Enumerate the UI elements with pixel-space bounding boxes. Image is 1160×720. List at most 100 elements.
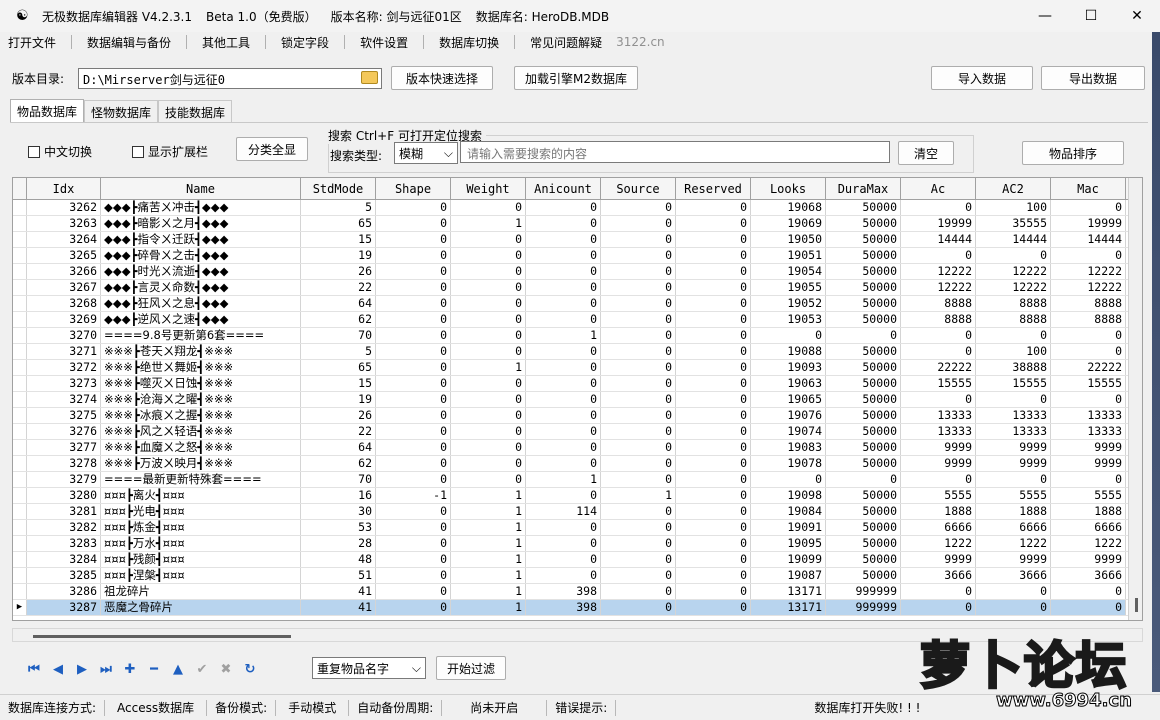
table-cell[interactable]: 62 <box>301 456 376 471</box>
table-cell[interactable]: 0 <box>451 280 526 295</box>
first-record-icon[interactable]: ⏮ <box>22 657 46 681</box>
table-cell[interactable]: 13171 <box>751 600 826 615</box>
table-row[interactable]: 3280 ¤¤¤┣离火┫¤¤¤ 16 -1 1 0 1 0 19098 50000 5555 5555… <box>13 488 1142 504</box>
table-cell[interactable]: 1 <box>526 328 601 343</box>
table-cell[interactable]: 0 <box>526 520 601 535</box>
table-cell[interactable]: 15555 <box>1051 376 1126 391</box>
table-cell[interactable]: 3272 <box>27 360 101 375</box>
table-cell[interactable]: 3270 <box>27 328 101 343</box>
table-cell[interactable]: 0 <box>676 568 751 583</box>
table-cell[interactable]: 19069 <box>751 216 826 231</box>
table-cell[interactable]: 50000 <box>826 536 901 551</box>
table-cell[interactable]: 1888 <box>1051 504 1126 519</box>
table-cell[interactable]: 22 <box>301 280 376 295</box>
table-cell[interactable]: 62 <box>301 312 376 327</box>
clear-search-button[interactable]: 清空 <box>898 141 954 165</box>
table-cell[interactable]: 35555 <box>976 216 1051 231</box>
table-cell[interactable]: 3268 <box>27 296 101 311</box>
table-cell[interactable]: 12222 <box>976 264 1051 279</box>
column-header[interactable]: Anicount <box>526 178 601 199</box>
table-cell[interactable]: 22222 <box>1051 360 1126 375</box>
table-cell[interactable]: 0 <box>451 472 526 487</box>
table-cell[interactable]: 16 <box>301 488 376 503</box>
table-cell[interactable]: 0 <box>901 584 976 599</box>
table-cell[interactable]: 0 <box>376 248 451 263</box>
table-cell[interactable]: 6666 <box>1051 520 1126 535</box>
row-indicator[interactable] <box>13 488 27 503</box>
table-cell[interactable]: 19 <box>301 248 376 263</box>
table-cell[interactable]: 1 <box>451 488 526 503</box>
table-cell[interactable]: 0 <box>376 472 451 487</box>
minimize-button[interactable]: — <box>1022 0 1068 32</box>
table-cell[interactable]: 0 <box>1051 392 1126 407</box>
table-cell[interactable]: 50000 <box>826 520 901 535</box>
table-cell[interactable]: 9999 <box>901 440 976 455</box>
load-engine-db-button[interactable]: 加载引擎M2数据库 <box>514 66 638 90</box>
table-cell[interactable]: ¤¤¤┣光电┫¤¤¤ <box>101 504 301 519</box>
vertical-scrollbar[interactable] <box>1128 178 1142 620</box>
table-cell[interactable]: ◆◆◆┣碎骨ㄨ之击┫◆◆◆ <box>101 248 301 263</box>
table-cell[interactable]: 19 <box>301 392 376 407</box>
table-row[interactable]: 3266 ◆◆◆┣时光ㄨ流逝┫◆◆◆ 26 0 0 0 0 0 19054 50000 12222 1… <box>13 264 1142 280</box>
table-cell[interactable]: 0 <box>451 264 526 279</box>
table-cell[interactable]: 19999 <box>1051 216 1126 231</box>
table-cell[interactable]: 0 <box>976 600 1051 615</box>
table-cell[interactable]: 0 <box>376 584 451 599</box>
table-cell[interactable]: ¤¤¤┣涅槃┫¤¤¤ <box>101 568 301 583</box>
table-cell[interactable]: 0 <box>601 536 676 551</box>
table-cell[interactable]: 50000 <box>826 440 901 455</box>
table-cell[interactable]: 0 <box>526 440 601 455</box>
table-cell[interactable]: 0 <box>376 344 451 359</box>
table-cell[interactable]: 5555 <box>976 488 1051 503</box>
table-cell[interactable]: 70 <box>301 328 376 343</box>
table-cell[interactable]: 19095 <box>751 536 826 551</box>
menu-open-file[interactable]: 打开文件 <box>0 34 64 51</box>
table-cell[interactable]: 41 <box>301 584 376 599</box>
table-cell[interactable]: 0 <box>526 456 601 471</box>
table-cell[interactable]: 30 <box>301 504 376 519</box>
table-cell[interactable]: 14444 <box>976 232 1051 247</box>
table-cell[interactable]: 0 <box>676 504 751 519</box>
table-cell[interactable]: 1 <box>451 536 526 551</box>
table-cell[interactable]: 0 <box>676 264 751 279</box>
table-row[interactable]: 3270 ====9.8号更新第6套==== 70 0 0 1 0 0 0 0 0 0 0 <box>13 328 1142 344</box>
table-row[interactable]: 3262 ◆◆◆┣痛苦ㄨ冲击┫◆◆◆ 5 0 0 0 0 0 19068 50000 0 100 0 <box>13 200 1142 216</box>
table-cell[interactable]: 12222 <box>1051 280 1126 295</box>
table-cell[interactable]: 3278 <box>27 456 101 471</box>
table-cell[interactable]: 3284 <box>27 552 101 567</box>
table-cell[interactable]: 0 <box>376 536 451 551</box>
table-cell[interactable]: 0 <box>751 472 826 487</box>
table-cell[interactable]: 50000 <box>826 504 901 519</box>
row-indicator[interactable] <box>13 216 27 231</box>
table-row[interactable]: 3272 ※※※┣绝世ㄨ舞姬┫※※※ 65 0 1 0 0 0 19093 50000 22222 3… <box>13 360 1142 376</box>
table-cell[interactable]: 0 <box>601 392 676 407</box>
table-cell[interactable]: 0 <box>1051 248 1126 263</box>
table-cell[interactable]: 14444 <box>901 232 976 247</box>
table-cell[interactable]: 0 <box>601 200 676 215</box>
table-cell[interactable]: 0 <box>451 344 526 359</box>
close-button[interactable]: ✕ <box>1114 0 1160 32</box>
row-indicator[interactable] <box>13 200 27 215</box>
table-cell[interactable]: 1222 <box>976 536 1051 551</box>
current-row-arrow-icon[interactable]: ▶ <box>13 600 27 615</box>
table-cell[interactable]: 13333 <box>901 424 976 439</box>
table-cell[interactable]: 0 <box>676 520 751 535</box>
table-cell[interactable]: 26 <box>301 408 376 423</box>
table-row[interactable]: 3275 ※※※┣冰痕ㄨ之握┫※※※ 26 0 0 0 0 0 19076 50000 13333 1… <box>13 408 1142 424</box>
table-cell[interactable]: 0 <box>526 536 601 551</box>
table-cell[interactable]: 0 <box>751 328 826 343</box>
menu-database-switch[interactable]: 数据库切换 <box>431 34 507 51</box>
table-row[interactable]: 3274 ※※※┣沧海ㄨ之曜┫※※※ 19 0 0 0 0 0 19065 50000 0 0 0 <box>13 392 1142 408</box>
table-row[interactable]: 3284 ¤¤¤┣残颜┫¤¤¤ 48 0 1 0 0 0 19099 50000 9999 9999 9… <box>13 552 1142 568</box>
table-cell[interactable]: 1 <box>451 568 526 583</box>
table-cell[interactable]: 19065 <box>751 392 826 407</box>
table-cell[interactable]: 1 <box>526 472 601 487</box>
table-cell[interactable]: 19078 <box>751 456 826 471</box>
table-cell[interactable]: 0 <box>676 376 751 391</box>
column-header[interactable]: Idx <box>27 178 101 199</box>
table-cell[interactable]: 祖龙碎片 <box>101 584 301 599</box>
table-cell[interactable]: 0 <box>376 312 451 327</box>
table-cell[interactable]: 13333 <box>976 408 1051 423</box>
sort-items-button[interactable]: 物品排序 <box>1022 141 1124 165</box>
table-cell[interactable]: ¤¤¤┣离火┫¤¤¤ <box>101 488 301 503</box>
